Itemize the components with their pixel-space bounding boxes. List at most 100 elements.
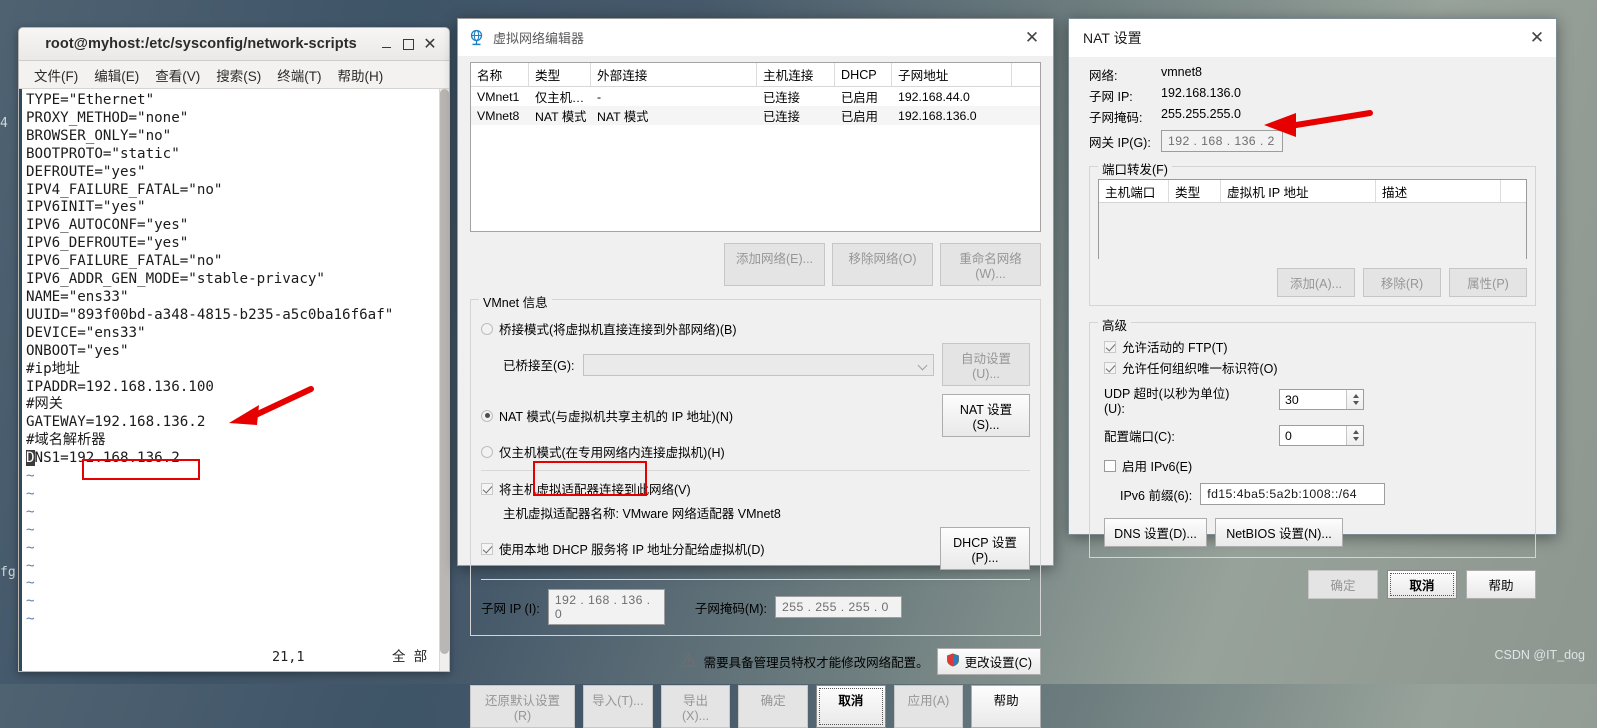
cell-host: 已连接 <box>763 90 800 105</box>
maximize-icon[interactable] <box>397 33 419 55</box>
menu-edit[interactable]: 编辑(E) <box>87 62 146 88</box>
nat-dialog-titlebar[interactable]: NAT 设置 ✕ <box>1069 19 1556 57</box>
nat-subnet-mask-row: 子网掩码: 255.255.255.0 <box>1089 107 1536 126</box>
cell-name: VMnet1 <box>477 89 520 104</box>
subnet-ip-input[interactable]: 192 . 168 . 136 . 0 <box>547 589 665 625</box>
col-name[interactable]: 名称 <box>471 63 529 86</box>
pf-properties-button[interactable]: 属性(P) <box>1449 268 1527 297</box>
ok-button[interactable]: 确定 <box>738 685 809 728</box>
nat-ok-button[interactable]: 确定 <box>1308 570 1378 599</box>
radio-bridged-icon[interactable] <box>481 322 493 335</box>
radio-bridged-label: 桥接模式(将虚拟机直接连接到外部网络)(B) <box>499 323 737 337</box>
checkbox-allow-ftp-icon[interactable] <box>1104 340 1116 353</box>
checkbox-allow-any-org-icon[interactable] <box>1104 361 1116 374</box>
checkbox-local-dhcp-icon[interactable] <box>481 542 493 555</box>
close-icon[interactable]: ✕ <box>419 33 441 55</box>
col-host-port[interactable]: 主机端口 <box>1099 180 1169 202</box>
subnet-row: 子网 IP (I): 192 . 168 . 136 . 0 子网掩码(M): … <box>481 589 1030 625</box>
terminal-body[interactable]: TYPE="Ethernet" PROXY_METHOD="none" BROWSE… <box>19 89 449 671</box>
nat-gateway-input[interactable]: 192 . 168 . 136 . 2 <box>1161 130 1283 152</box>
vmeditor-titlebar[interactable]: 虚拟网络编辑器 ✕ <box>458 19 1053 56</box>
nat-close-icon[interactable]: ✕ <box>1520 25 1554 51</box>
cell-type: NAT 模式 <box>535 109 587 124</box>
vmeditor-close-icon[interactable]: ✕ <box>1015 25 1049 51</box>
col-type[interactable]: 类型 <box>529 63 591 86</box>
restore-defaults-button[interactable]: 还原默认设置(R) <box>470 685 576 728</box>
menu-file[interactable]: 文件(F) <box>27 62 85 88</box>
menu-search[interactable]: 搜索(S) <box>209 62 268 88</box>
bridged-to-label: 已桥接至(G): <box>503 359 575 373</box>
col-dhcp[interactable]: DHCP <box>835 63 892 86</box>
radio-nat-icon[interactable] <box>481 409 493 422</box>
subnet-ip-label: 子网 IP (I): <box>481 601 540 616</box>
import-button[interactable]: 导入(T)... <box>583 685 653 728</box>
nat-help-button[interactable]: 帮助 <box>1466 570 1536 599</box>
terminal-line: #ip地址 <box>26 360 80 377</box>
rename-network-button[interactable]: 重命名网络(W)... <box>940 243 1041 286</box>
subnet-mask-input[interactable]: 255 . 255 . 255 . 0 <box>775 596 903 618</box>
checkbox-host-adapter-icon[interactable] <box>481 482 493 495</box>
terminal-scroll-status: 全 部 <box>392 649 428 665</box>
terminal-scrollbar[interactable] <box>439 89 449 671</box>
radio-hostonly-icon[interactable] <box>481 445 493 458</box>
check-local-dhcp-row[interactable]: 使用本地 DHCP 服务将 IP 地址分配给虚拟机(D) <box>481 539 940 558</box>
port-forward-table[interactable]: 主机端口 类型 虚拟机 IP 地址 描述 <box>1098 179 1527 259</box>
vmnet-table[interactable]: 名称 类型 外部连接 主机连接 DHCP 子网地址 VMnet1 仅主机… - … <box>470 62 1041 232</box>
spinner-arrows-icon[interactable] <box>1346 426 1363 445</box>
terminal-titlebar[interactable]: root@myhost:/etc/sysconfig/network-scrip… <box>19 28 449 61</box>
bridged-to-combobox[interactable] <box>582 353 934 376</box>
radio-bridged-row[interactable]: 桥接模式(将虚拟机直接连接到外部网络)(B) <box>481 319 1030 338</box>
vmnet-table-header: 名称 类型 外部连接 主机连接 DHCP 子网地址 <box>471 63 1040 87</box>
check-allow-any-org-row[interactable]: 允许任何组织唯一标识符(O) <box>1104 358 1527 377</box>
auto-settings-button[interactable]: 自动设置(U)... <box>942 343 1030 386</box>
ipv6-prefix-input[interactable]: fd15:4ba5:5a2b:1008::/64 <box>1200 483 1386 505</box>
remove-network-button[interactable]: 移除网络(O) <box>832 243 933 286</box>
dhcp-settings-button[interactable]: DHCP 设置(P)... <box>940 527 1030 570</box>
terminal-empty-line: ~ <box>26 557 35 574</box>
radio-nat-row[interactable]: NAT 模式(与虚拟机共享主机的 IP 地址)(N) <box>481 406 942 425</box>
config-port-spinner[interactable]: 0 <box>1279 425 1364 446</box>
check-allow-ftp-row[interactable]: 允许活动的 FTP(T) <box>1104 337 1527 356</box>
change-settings-button[interactable]: 更改设置(C) <box>936 648 1041 675</box>
netbios-settings-button[interactable]: NetBIOS 设置(N)... <box>1215 518 1343 547</box>
export-button[interactable]: 导出(X)... <box>660 685 731 728</box>
help-button[interactable]: 帮助 <box>971 685 1041 728</box>
menu-view[interactable]: 查看(V) <box>148 62 207 88</box>
terminal-line: IPV6_FAILURE_FATAL="no" <box>26 253 223 270</box>
apply-button[interactable]: 应用(A) <box>893 685 964 728</box>
terminal-window[interactable]: root@myhost:/etc/sysconfig/network-scrip… <box>18 27 450 672</box>
table-row[interactable]: VMnet8 NAT 模式 NAT 模式 已连接 已启用 192.168.136… <box>471 106 1040 125</box>
check-host-adapter-row[interactable]: 将主机虚拟适配器连接到此网络(V) <box>481 479 1030 498</box>
chevron-down-icon <box>917 360 928 370</box>
terminal-menubar[interactable]: 文件(F) 编辑(E) 查看(V) 搜索(S) 终端(T) 帮助(H) <box>19 61 449 89</box>
nat-settings-button[interactable]: NAT 设置(S)... <box>942 394 1030 437</box>
spinner-arrows-icon[interactable] <box>1346 390 1363 409</box>
menu-help[interactable]: 帮助(H) <box>331 62 391 88</box>
col-desc[interactable]: 描述 <box>1376 180 1501 202</box>
nat-settings-dialog[interactable]: NAT 设置 ✕ 网络: vmnet8 子网 IP: 192.168.136.0… <box>1068 18 1557 599</box>
terminal-scrollbar-thumb[interactable] <box>440 89 449 654</box>
col-subnet[interactable]: 子网地址 <box>892 63 1012 86</box>
radio-hostonly-row[interactable]: 仅主机模式(在专用网络内连接虚拟机)(H) <box>481 442 1030 461</box>
dns-settings-button[interactable]: DNS 设置(D)... <box>1104 518 1207 547</box>
table-row[interactable]: VMnet1 仅主机… - 已连接 已启用 192.168.44.0 <box>471 87 1040 106</box>
virtual-network-editor-window[interactable]: 虚拟网络编辑器 ✕ 名称 类型 外部连接 主机连接 DHCP 子网地址 VMne… <box>457 18 1054 728</box>
nat-cancel-button[interactable]: 取消 <box>1387 570 1457 599</box>
config-port-value: 0 <box>1285 428 1292 443</box>
pf-remove-button[interactable]: 移除(R) <box>1363 268 1441 297</box>
pf-add-button[interactable]: 添加(A)... <box>1277 268 1355 297</box>
udp-timeout-spinner[interactable]: 30 <box>1279 389 1364 410</box>
nat-subnet-mask-value: 255.255.255.0 <box>1161 107 1241 121</box>
cancel-button[interactable]: 取消 <box>816 685 886 728</box>
add-network-button[interactable]: 添加网络(E)... <box>724 243 825 286</box>
col-host[interactable]: 主机连接 <box>757 63 835 86</box>
col-vm-ip[interactable]: 虚拟机 IP 地址 <box>1221 180 1376 202</box>
check-enable-ipv6-row[interactable]: 启用 IPv6(E) <box>1104 456 1527 475</box>
terminal-line: IPV4_FAILURE_FATAL="no" <box>26 181 223 198</box>
nat-gateway-row: 网关 IP(G): 192 . 168 . 136 . 2 <box>1089 130 1536 152</box>
minimize-icon[interactable] <box>375 33 397 55</box>
col-external[interactable]: 外部连接 <box>591 63 757 86</box>
col-pf-type[interactable]: 类型 <box>1169 180 1221 202</box>
checkbox-enable-ipv6-icon[interactable] <box>1104 459 1116 472</box>
menu-terminal[interactable]: 终端(T) <box>270 62 328 88</box>
